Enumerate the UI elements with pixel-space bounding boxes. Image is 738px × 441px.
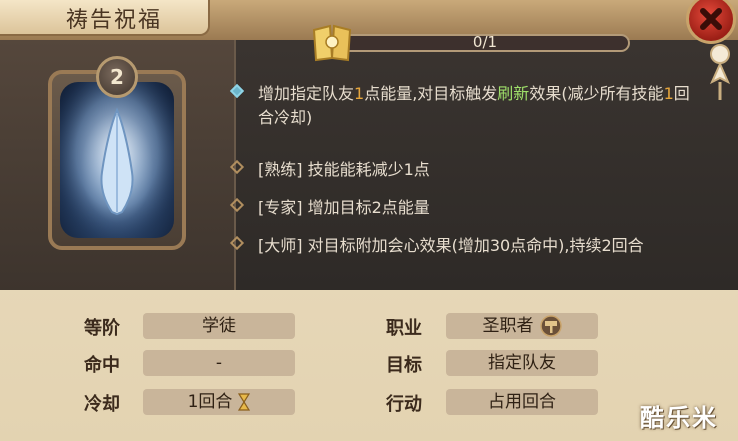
title-tab: 祷告祝福 [0, 0, 210, 36]
action-label: 行动 [386, 394, 422, 415]
class-value: 圣职者 [446, 313, 598, 339]
hourglass-icon [238, 393, 251, 411]
page-title: 祷告祝福 [66, 8, 163, 33]
skill-card-art [60, 82, 174, 238]
skill-detail-screen: 祷告祝福 0/1 2 增加指定队友1点能量,对目标触发刷新效果(减少所有技能1回… [0, 0, 738, 441]
target-label: 目标 [386, 355, 422, 376]
desc-part: 效果(减少所有技能 [529, 84, 664, 103]
cooldown-value-text: 1回合 [187, 392, 233, 412]
hit-label: 命中 [84, 355, 120, 376]
upgrade-text: [熟练] 技能能耗减少1点 [258, 160, 430, 179]
hammer-icon [539, 315, 562, 337]
hit-value: - [143, 350, 295, 376]
desc-highlight: 1 [354, 84, 365, 103]
desc-highlight-keyword: 刷新 [497, 84, 530, 103]
book-icon [312, 24, 352, 62]
rank-label: 等阶 [84, 318, 120, 339]
skill-main-text: 增加指定队友1点能量,对目标触发刷新效果(减少所有技能1回合冷却) [258, 82, 698, 130]
action-value: 占用回合 [446, 389, 598, 415]
upgrade-text: [专家] 增加目标2点能量 [258, 198, 430, 217]
desc-highlight: 1 [663, 84, 674, 103]
desc-part: 点能量,对目标触发 [364, 84, 498, 103]
close-button[interactable] [686, 0, 736, 44]
skill-level-badge: 2 [96, 56, 138, 98]
desc-part: 增加指定队友 [258, 84, 355, 103]
upgrade-text: [大师] 对目标附加会心效果(增加30点命中),持续2回合 [258, 236, 644, 255]
rank-value: 学徒 [143, 313, 295, 339]
target-value: 指定队友 [446, 350, 598, 376]
close-icon [700, 8, 722, 30]
praying-hands-icon [60, 82, 174, 238]
pin-icon [709, 44, 731, 100]
class-value-text: 圣职者 [482, 316, 534, 336]
class-label: 职业 [386, 318, 422, 339]
progress-text: 0/1 [472, 33, 498, 51]
cooldown-value: 1回合 [143, 389, 295, 415]
watermark-text: 酷乐米 [640, 404, 718, 432]
cooldown-label: 冷却 [84, 394, 120, 415]
